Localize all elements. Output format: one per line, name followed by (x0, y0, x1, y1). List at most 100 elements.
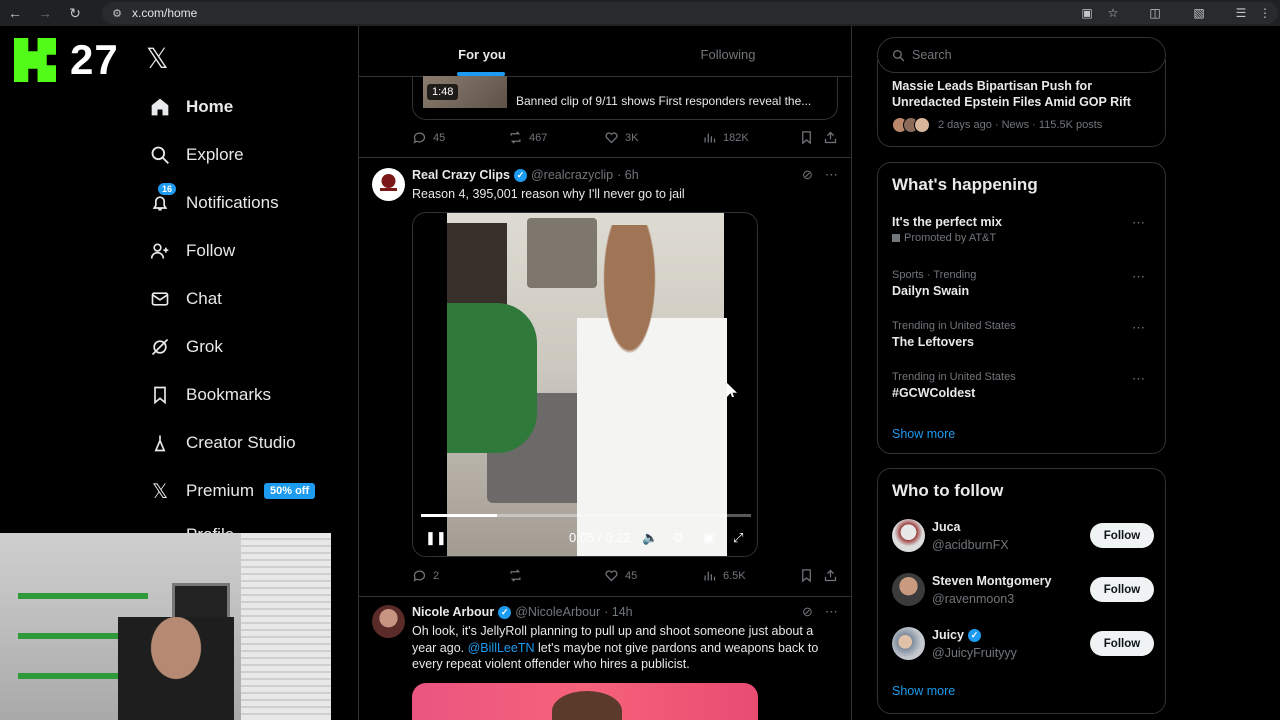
more-icon[interactable]: ⋯ (1132, 320, 1146, 336)
browser-toolbar: ← → ↻ ⚙ x.com/home ▣ ☆ ◫ ▧ ☰ ⋮ (0, 0, 1280, 26)
site-info-icon[interactable]: ⚙ (106, 4, 128, 22)
nav-label: Bookmarks (186, 385, 272, 404)
show-more-link[interactable]: Show more (892, 684, 955, 698)
star-icon[interactable]: ☆ (1100, 2, 1126, 24)
avatar[interactable] (372, 605, 405, 638)
avatar[interactable] (892, 519, 925, 552)
more-icon[interactable]: ⋯ (1132, 371, 1146, 387)
trend-item[interactable]: Trending in United States The Leftovers … (892, 320, 1154, 349)
tweet-actions: 45 467 3K 182K (412, 130, 840, 148)
nav-label: Explore (186, 145, 244, 164)
nav-item-notifications[interactable]: 16 Notifications (140, 179, 350, 227)
share-button[interactable] (823, 130, 838, 145)
repost-button[interactable]: 467 (508, 130, 547, 145)
tweet-time[interactable]: · 14h (604, 605, 633, 619)
nav-item-explore[interactable]: Explore (140, 131, 350, 179)
reply-button[interactable]: 45 (412, 130, 445, 145)
like-button[interactable]: 45 (604, 568, 637, 583)
video-progress-bar[interactable] (421, 514, 751, 517)
grok-icon[interactable]: ⊘ (802, 604, 813, 620)
trend-item[interactable]: Trending in United States #GCWColdest ⋯ (892, 371, 1154, 400)
more-icon[interactable]: ⋯ (1132, 269, 1146, 285)
news-meta: 2 days ago · News · 115.5K posts (938, 119, 1103, 131)
author-name[interactable]: Nicole Arbour (412, 605, 494, 619)
follow-button[interactable]: Follow (1090, 577, 1154, 602)
avatar[interactable] (892, 573, 925, 606)
video-duration: 1:48 (427, 84, 459, 100)
trend-item[interactable]: Sports · Trending Dailyn Swain ⋯ (892, 269, 1154, 298)
nav-item-chat[interactable]: Chat (140, 275, 350, 323)
avatar[interactable] (372, 168, 405, 201)
author-handle[interactable]: @NicoleArbour (515, 605, 600, 619)
reload-icon[interactable]: ↻ (60, 0, 90, 26)
bookmark-button[interactable] (799, 130, 814, 145)
reply-button[interactable]: 2 (412, 568, 439, 583)
repost-button[interactable] (508, 568, 529, 583)
views-button[interactable]: 6.5K (702, 568, 746, 583)
mail-icon (148, 287, 172, 311)
nav-label: Chat (186, 289, 222, 308)
user-name[interactable]: Steven Montgomery (932, 574, 1051, 588)
more-icon[interactable]: ⋯ (825, 167, 838, 183)
tab-for-you[interactable]: For you (359, 32, 605, 76)
x-logo-icon[interactable]: 𝕏 (146, 42, 169, 75)
nav-item-creator-studio[interactable]: Creator Studio (140, 419, 350, 467)
bell-icon: 16 (148, 183, 176, 215)
like-button[interactable]: 3K (604, 130, 638, 145)
search-icon (148, 143, 172, 167)
webcam-overlay (0, 533, 331, 720)
avatar[interactable] (892, 627, 925, 660)
grok-icon[interactable]: ⊘ (802, 167, 813, 183)
tab-following[interactable]: Following (605, 32, 851, 76)
author-handle[interactable]: @realcrazyclip (531, 168, 613, 182)
more-icon[interactable]: ⋯ (1132, 215, 1146, 231)
nav-item-home[interactable]: Home (140, 83, 350, 131)
show-more-link[interactable]: Show more (892, 427, 955, 441)
media-controls-icon[interactable]: ☰ (1228, 2, 1254, 24)
mention-link[interactable]: @BillLeeTN (468, 641, 535, 655)
pause-icon[interactable]: ❚❚ (425, 530, 447, 546)
x-premium-icon: 𝕏 (151, 480, 169, 503)
cast-icon[interactable]: ▧ (1186, 2, 1212, 24)
volume-icon[interactable]: 🔈 (642, 530, 658, 546)
nav-item-grok[interactable]: Grok (140, 323, 350, 371)
trend-item[interactable]: It's the perfect mix Promoted by AT&T ⋯ (892, 215, 1154, 244)
follow-suggestion: Juca @acidburnFX Follow (892, 515, 1154, 555)
follow-button[interactable]: Follow (1090, 523, 1154, 548)
share-icon (824, 569, 837, 582)
card-title: Banned clip of 9/11 shows First responde… (516, 94, 812, 108)
user-name[interactable]: Juicy ✓ (932, 628, 981, 642)
bookmark-button[interactable] (799, 568, 814, 583)
tweet-header: Real Crazy Clips ✓ @realcrazyclip · 6h (412, 168, 639, 182)
link-card[interactable]: 1:48 Banned clip of 9/11 shows First res… (412, 76, 838, 120)
heart-icon (605, 570, 618, 582)
share-button[interactable] (823, 568, 838, 583)
nav-item-follow[interactable]: Follow (140, 227, 350, 275)
user-name[interactable]: Juca (932, 520, 961, 534)
video-player[interactable]: ❚❚ 0:05 / 0:22 🔈 ⚙ ▣ ⤢ (412, 212, 758, 557)
follow-button[interactable]: Follow (1090, 631, 1154, 656)
address-bar[interactable]: ⚙ x.com/home ▣ ☆ ◫ ▧ ☰ ⋮ (102, 2, 1278, 24)
home-icon (148, 95, 172, 119)
nav-label: Premium (186, 481, 255, 500)
reply-icon (413, 570, 426, 582)
views-button[interactable]: 182K (702, 130, 749, 145)
more-icon[interactable]: ⋯ (825, 604, 838, 620)
author-name[interactable]: Real Crazy Clips (412, 168, 510, 182)
news-title[interactable]: Massie Leads Bipartisan Push for Unredac… (892, 78, 1154, 110)
extensions-icon[interactable]: ◫ (1142, 2, 1168, 24)
forward-icon[interactable]: → (30, 0, 60, 26)
chart-icon (704, 133, 716, 143)
nav-item-bookmarks[interactable]: Bookmarks (140, 371, 350, 419)
menu-icon[interactable]: ⋮ (1252, 2, 1278, 24)
add-person-icon (148, 239, 172, 263)
tweet-image[interactable] (412, 683, 758, 720)
back-icon[interactable]: ← (0, 0, 30, 26)
settings-icon[interactable]: ⚙ (672, 530, 684, 546)
nav-item-premium[interactable]: 𝕏 Premium 50% off (140, 467, 350, 515)
pip-icon[interactable]: ▣ (703, 530, 715, 546)
tweet-time[interactable]: · 6h (617, 168, 639, 182)
install-icon[interactable]: ▣ (1074, 2, 1100, 24)
fullscreen-icon[interactable]: ⤢ (733, 530, 743, 546)
streamer (118, 617, 234, 720)
